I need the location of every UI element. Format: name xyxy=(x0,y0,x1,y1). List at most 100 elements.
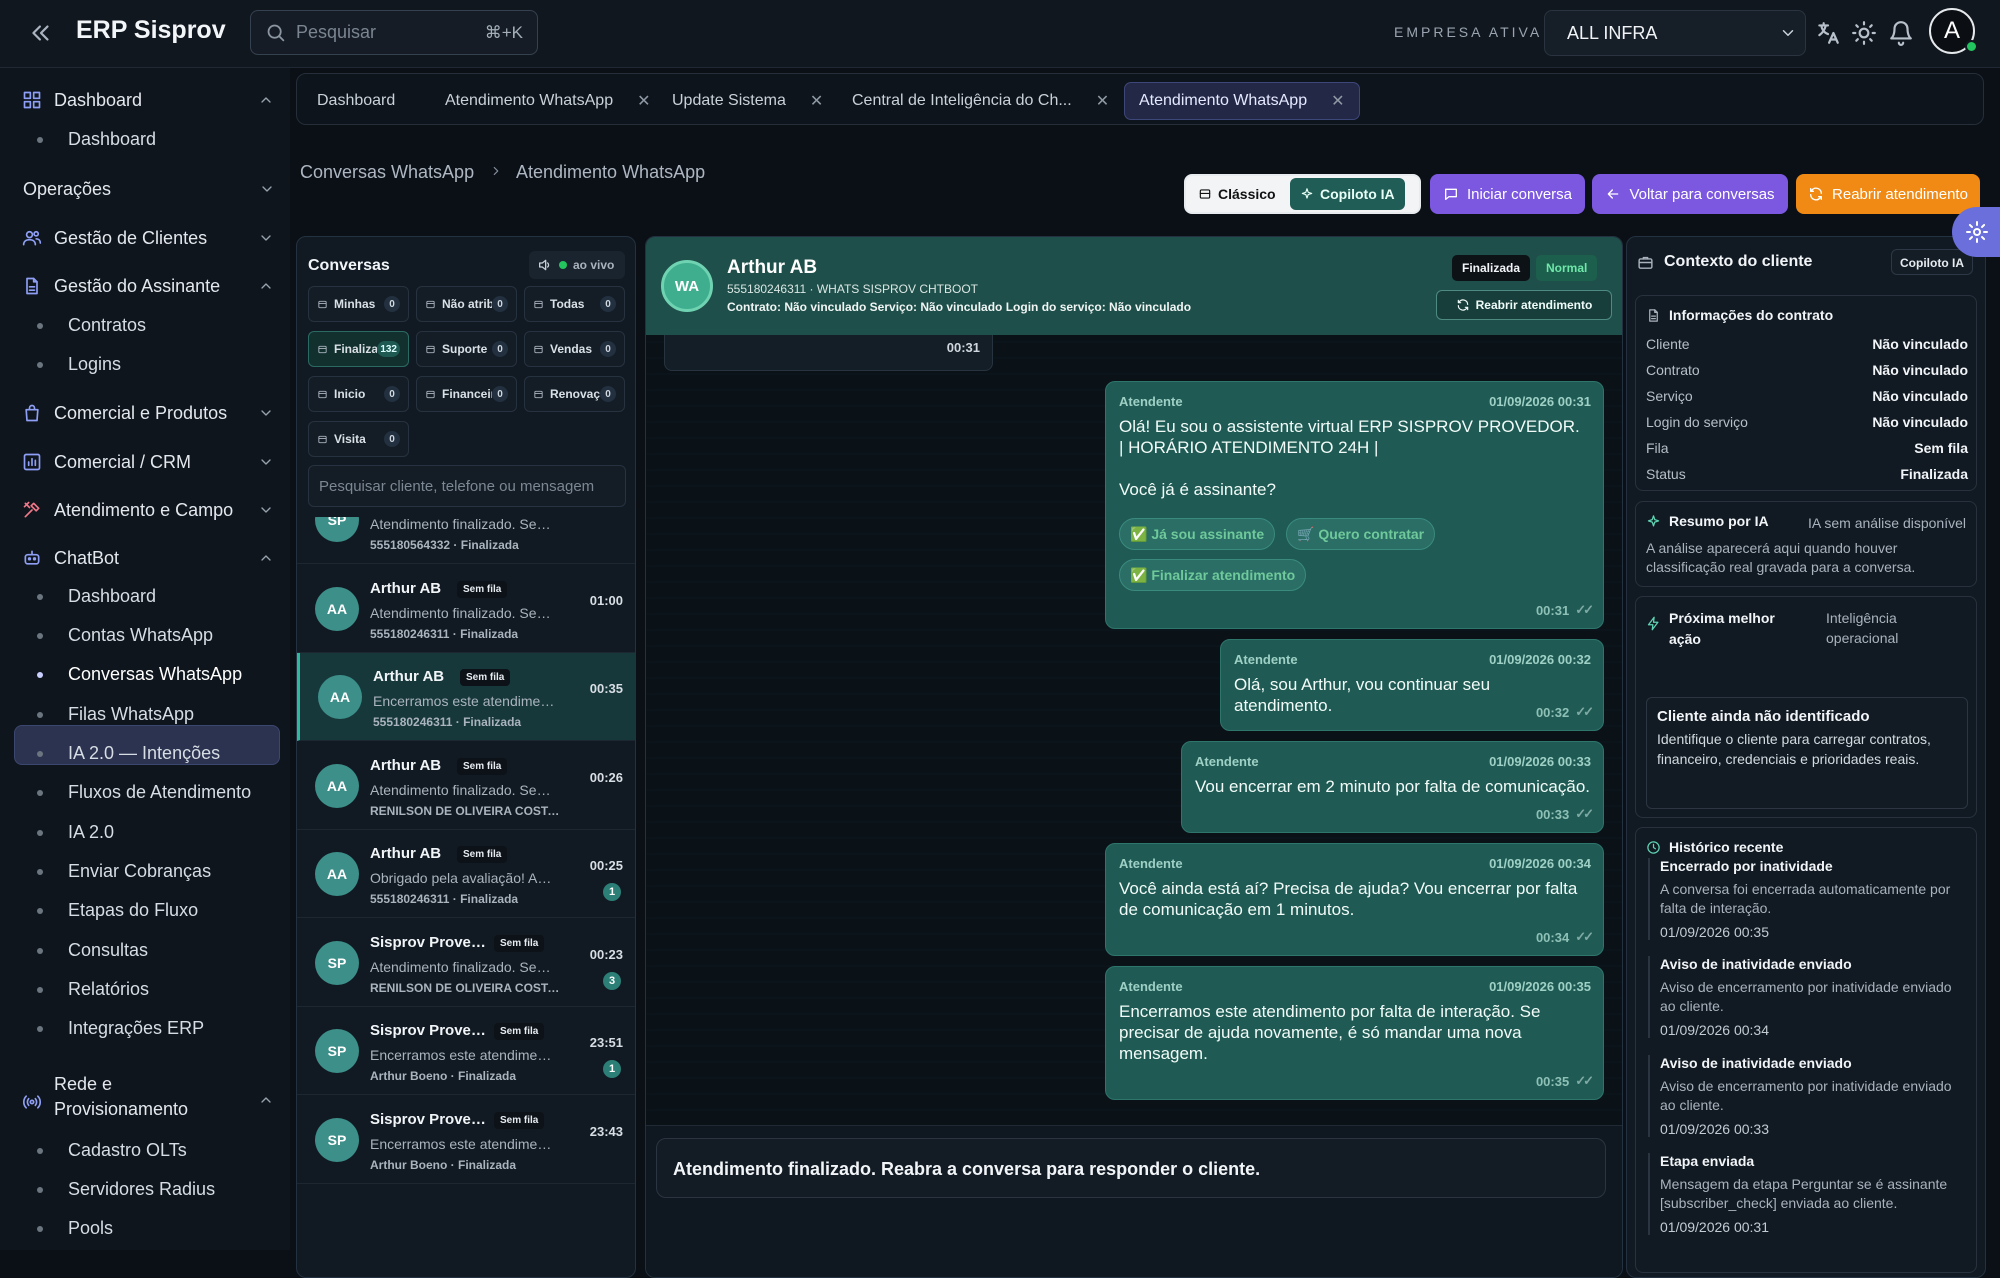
conversation-avatar: AA xyxy=(318,675,362,719)
filter-chip[interactable]: Vendas 0 xyxy=(524,331,625,367)
close-tab-icon[interactable]: ✕ xyxy=(1331,91,1344,111)
tab-update-sistema[interactable]: Update Sistema ✕ xyxy=(658,82,837,120)
history-item-date: 01/09/2026 00:31 xyxy=(1660,1219,1769,1235)
sidebar-dot xyxy=(37,790,43,796)
tab-atendimento-whatsapp-active[interactable]: Atendimento WhatsApp ✕ xyxy=(1124,82,1360,120)
company-select[interactable]: ALL INFRA xyxy=(1544,10,1806,56)
conversation-time: 23:43 xyxy=(589,1123,623,1139)
sidebar-item-chatbot[interactable]: Contas WhatsApp xyxy=(68,625,213,646)
sidebar-group-gestao-assinante[interactable]: Gestão do Assinante xyxy=(22,271,274,301)
sidebar-item-rede[interactable]: Servidores Radius xyxy=(68,1179,215,1200)
close-tab-icon[interactable]: ✕ xyxy=(1096,91,1109,111)
start-conversation-button[interactable]: Iniciar conversa xyxy=(1430,174,1585,214)
conversation-avatar: SP xyxy=(315,1117,359,1162)
message-footer: 00:31 ✓✓ xyxy=(1536,602,1594,618)
live-indicator[interactable]: ao vivo xyxy=(529,251,625,279)
refresh-icon xyxy=(1456,298,1470,312)
sidebar-item-chatbot[interactable]: Dashboard xyxy=(68,586,156,607)
filter-chip[interactable]: Visita 0 xyxy=(308,421,409,457)
quick-reply-button[interactable]: ✅ Finalizar atendimento xyxy=(1119,559,1307,591)
sidebar-group-dashboard[interactable]: Dashboard xyxy=(22,85,274,115)
conversation-search-input[interactable]: Pesquisar cliente, telefone ou mensagem xyxy=(308,465,626,507)
conversation-list: SP Atendimento finalizado. Se precisar de… xyxy=(297,517,635,1277)
history-item-title: Aviso de inatividade enviado xyxy=(1660,1055,1852,1071)
live-dot xyxy=(559,261,567,269)
conversation-item[interactable]: AA Arthur AB Sem fila Encerramos este atend… xyxy=(297,653,635,741)
filter-chip[interactable]: Renovação0 xyxy=(524,376,625,412)
chat-messages[interactable]: 00:31 Atendente 01/09/2026 00:31 Olá! Eu s… xyxy=(646,335,1622,1125)
sidebar-item-chatbot[interactable]: Relatórios xyxy=(68,979,149,1000)
sidebar-item-contratos[interactable]: Contratos xyxy=(68,315,146,336)
settings-button[interactable] xyxy=(1952,207,2000,257)
contract-info-value: Não vinculado xyxy=(1872,414,1968,430)
close-tab-icon[interactable]: ✕ xyxy=(810,91,823,111)
quick-reply-button[interactable]: 🛒 Quero contratar xyxy=(1286,518,1436,550)
filter-chip[interactable]: Inicio 0 xyxy=(308,376,409,412)
conversation-item[interactable]: AA Arthur AB Sem fila Atendimento finalizad… xyxy=(297,565,635,653)
sidebar-group-chatbot[interactable]: ChatBot xyxy=(22,543,274,573)
conversation-preview: Encerramos este atendimento por falta... xyxy=(370,1135,554,1152)
sidebar-item-chatbot[interactable]: IA 2.0 xyxy=(68,822,114,843)
sidebar-item-rede[interactable]: Cadastro OLTs xyxy=(68,1140,187,1161)
sidebar-group-comercial-produtos[interactable]: Comercial e Produtos xyxy=(22,398,274,428)
conversation-item[interactable]: SP Sisprov Provedor Sem fila Atendimento fi… xyxy=(297,919,635,1007)
collapse-sidebar-icon[interactable] xyxy=(28,20,54,46)
sidebar-group-operacoes[interactable]: Operações xyxy=(23,174,275,204)
conversation-item[interactable]: AA Arthur AB Sem fila Obrigado pela avaliaç… xyxy=(297,830,635,918)
translate-icon[interactable] xyxy=(1815,20,1841,46)
tab-central-inteligencia[interactable]: Central de Inteligência do Ch... ✕ xyxy=(838,82,1123,120)
quick-reply-button[interactable]: ✅ Já sou assinante xyxy=(1119,518,1276,550)
sidebar-group-rede[interactable]: Rede e Provisionamento xyxy=(22,1072,274,1128)
sidebar-item-chatbot[interactable]: Fluxos de Atendimento xyxy=(68,782,251,803)
context-copilot-button[interactable]: Copiloto IA xyxy=(1891,249,1973,275)
reopen-button[interactable]: Reabrir atendimento xyxy=(1796,174,1980,214)
filter-chip[interactable]: Financeiro0 xyxy=(416,376,517,412)
sidebar-group-comercial-crm[interactable]: Comercial / CRM xyxy=(22,447,274,477)
context-header: Contexto do cliente xyxy=(1637,253,1812,271)
mode-classic-button[interactable]: Clássico xyxy=(1186,186,1290,202)
sidebar-dot xyxy=(37,987,43,993)
history-item-text: A conversa foi encerrada automaticamente… xyxy=(1660,881,1951,916)
conversation-item[interactable]: SP Sisprov Provedor Sem fila Encerramos est… xyxy=(297,1096,635,1184)
sidebar-item-chatbot[interactable]: Consultas xyxy=(68,940,148,961)
bell-icon[interactable] xyxy=(1888,20,1914,46)
contract-info-row: Fila Sem fila xyxy=(1646,440,1968,456)
filter-chip[interactable]: Minhas 0 xyxy=(308,286,409,322)
conversation-item[interactable]: SP Atendimento finalizado. Se precisar de… xyxy=(297,517,635,564)
mode-copilot-button[interactable]: Copiloto IA xyxy=(1290,178,1405,210)
breadcrumb-conversas[interactable]: Conversas WhatsApp xyxy=(300,162,474,183)
sun-icon[interactable] xyxy=(1851,20,1877,46)
search-placeholder: Pesquisar xyxy=(296,22,377,42)
sidebar-group-label: Atendimento e Campo xyxy=(54,499,234,520)
message-footer: 00:34 ✓✓ xyxy=(1536,929,1594,945)
sidebar-item-dashboard[interactable]: Dashboard xyxy=(68,129,156,150)
sidebar-item-chatbot[interactable]: Filas WhatsApp xyxy=(68,704,194,725)
sidebar-item-chatbot[interactable]: IA 2.0 — Intenções xyxy=(68,743,220,764)
filter-chip[interactable]: Não atribuídas0 xyxy=(416,286,517,322)
folder-icon xyxy=(317,434,328,445)
conversation-name: Arthur AB xyxy=(370,579,442,597)
filter-chip[interactable]: Todas 0 xyxy=(524,286,625,322)
conversation-item[interactable]: SP Sisprov Provedor Sem fila Encerramos est… xyxy=(297,1007,635,1095)
sidebar-group-gestao-clientes[interactable]: Gestão de Clientes xyxy=(22,223,274,253)
sidebar-item-logins[interactable]: Logins xyxy=(68,354,121,375)
back-to-conversations-button[interactable]: Voltar para conversas xyxy=(1592,174,1788,214)
close-tab-icon[interactable]: ✕ xyxy=(637,91,650,111)
filter-chip[interactable]: Suporte 0 xyxy=(416,331,517,367)
header-reopen-button[interactable]: Reabrir atendimento xyxy=(1436,290,1612,320)
sidebar-item-chatbot[interactable]: Integrações ERP xyxy=(68,1018,204,1039)
global-search[interactable]: Pesquisar ⌘+K xyxy=(250,10,538,55)
contract-info-card: Informações do contrato Cliente Não vincu… xyxy=(1635,295,1977,491)
sidebar-group-atendimento-campo[interactable]: Atendimento e Campo xyxy=(22,495,274,525)
folder-icon xyxy=(533,344,544,355)
conversation-name: Arthur AB xyxy=(370,845,442,862)
conversation-item[interactable]: AA Arthur AB Sem fila Atendimento finalizad… xyxy=(297,742,635,830)
filter-chip-label: Renovação xyxy=(550,387,600,401)
tab-dashboard[interactable]: Dashboard xyxy=(303,82,409,120)
sidebar-item-rede[interactable]: Pools xyxy=(68,1218,113,1239)
sidebar-item-chatbot[interactable]: Conversas WhatsApp xyxy=(68,664,242,685)
tab-atendimento-whatsapp[interactable]: Atendimento WhatsApp ✕ xyxy=(431,82,665,120)
sidebar-item-chatbot[interactable]: Etapas do Fluxo xyxy=(68,900,198,921)
filter-chip[interactable]: Finalizadas132 xyxy=(308,331,409,367)
sidebar-item-chatbot[interactable]: Enviar Cobranças xyxy=(68,861,211,882)
